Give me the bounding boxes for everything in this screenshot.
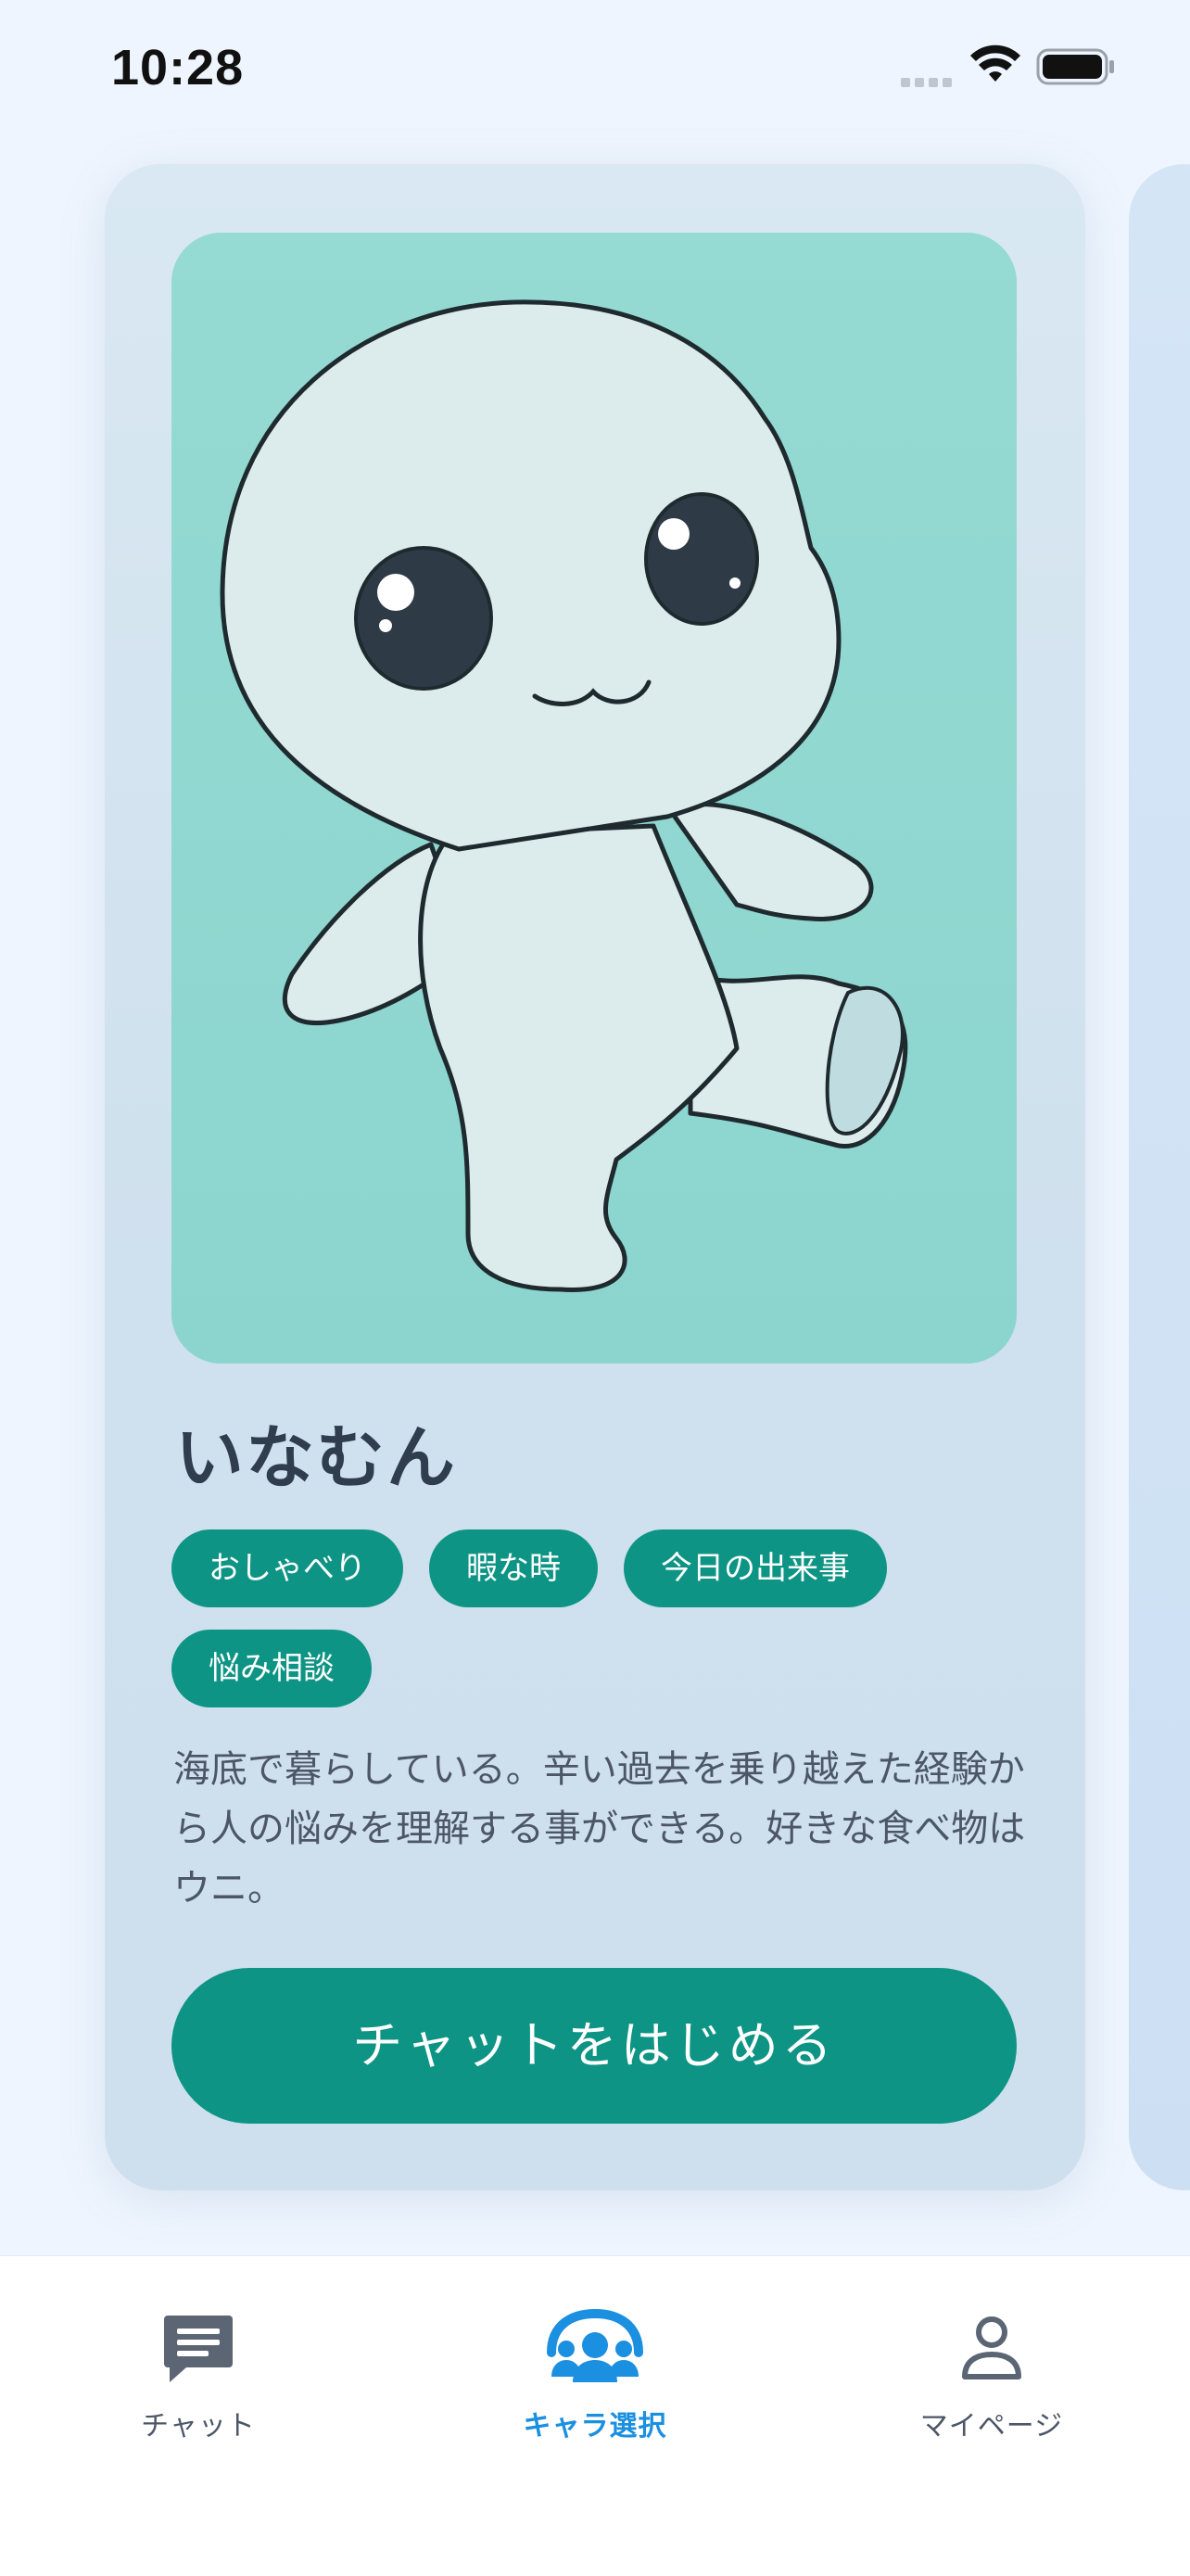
character-name: いなむん [175,1418,457,1498]
nav-item-mypage[interactable]: マイページ [853,2306,1131,2455]
chat-icon [164,2316,233,2382]
tag-chip: 今日の出来事 [624,1529,887,1607]
nav-label: キャラ選択 [523,2410,667,2443]
status-bar: 10:28 [0,0,1190,139]
tag-list: おしゃべり 暇な時 今日の出来事 [171,1529,887,1607]
user-icon [962,2316,1021,2379]
characters-icon [547,2308,643,2382]
bottom-nav: チャット キャラ選択 マイページ [0,2255,1190,2576]
character-card: いなむん おしゃべり 暇な時 今日の出来事 悩み相談 海底で暮らしている。辛い過… [105,164,1085,2190]
nav-item-chat[interactable]: チャット [59,2306,337,2455]
next-character-card[interactable] [1129,164,1190,2190]
nav-item-character-select[interactable]: キャラ選択 [456,2306,734,2455]
tag-chip: おしゃべり [171,1529,403,1607]
wifi-icon [970,44,1020,82]
character-image [171,233,1017,1364]
battery-icon [1036,48,1114,85]
status-time: 10:28 [111,40,245,95]
tag-chip: 悩み相談 [171,1630,372,1707]
character-description: 海底で暮らしている。辛い過去を乗り越えた経験から人の悩みを理解する事ができる。好… [173,1748,1026,1910]
nav-label: マイページ [919,2410,1064,2443]
start-chat-button[interactable]: チャットをはじめる [171,1968,1017,2124]
cellular-signal-icon [901,73,956,87]
nav-label: チャット [141,2410,256,2443]
tag-list: 悩み相談 [171,1630,372,1707]
tag-chip: 暇な時 [429,1529,598,1607]
